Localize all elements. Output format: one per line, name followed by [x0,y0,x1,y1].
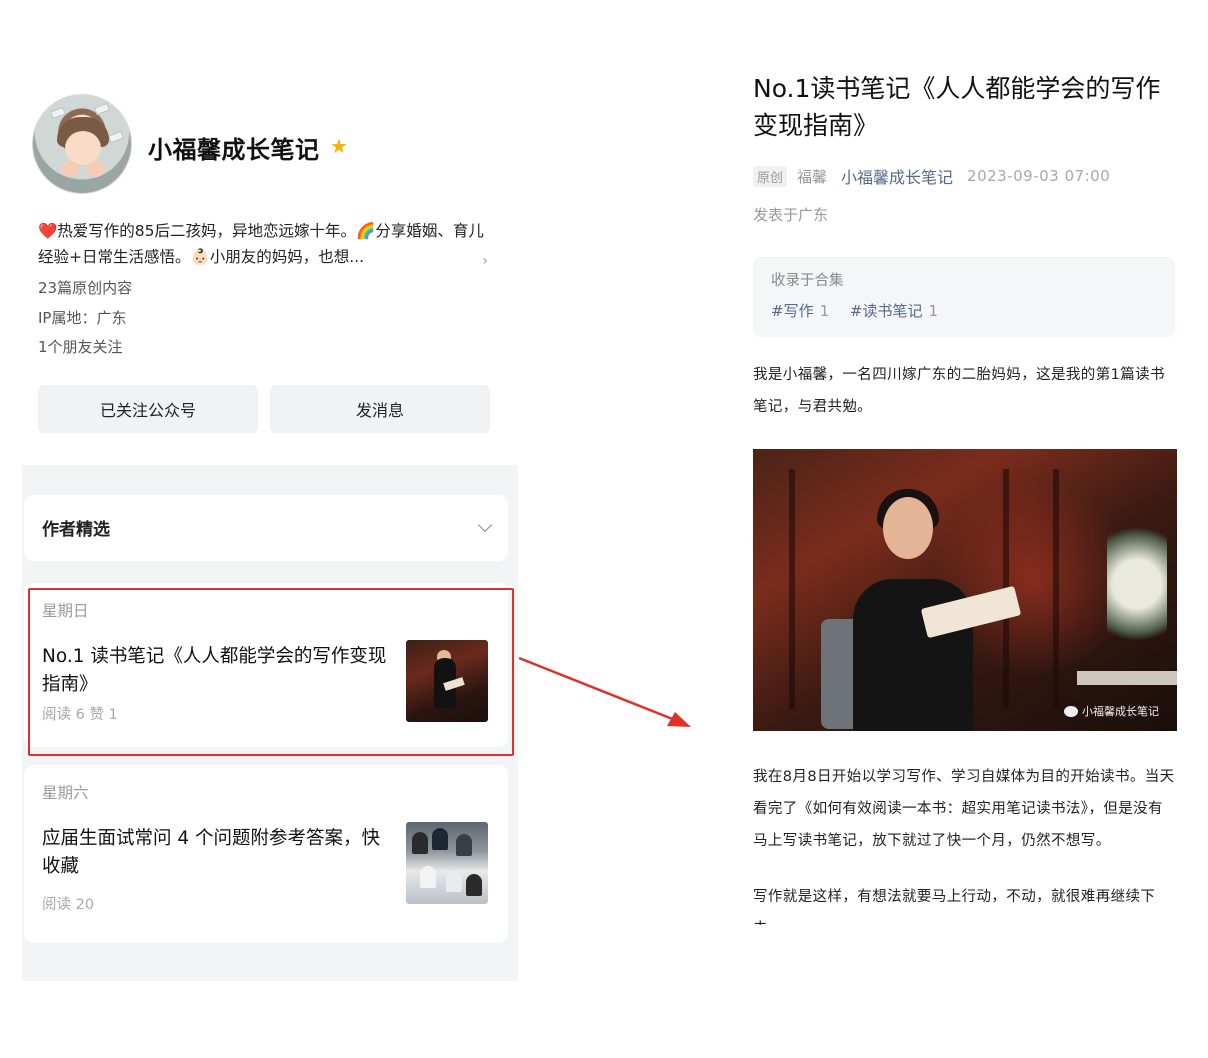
original-count[interactable]: 23篇原创内容 [22,274,518,304]
wechat-icon [1064,705,1078,717]
profile-name: 小福馨成长笔记 [148,136,320,164]
chevron-down-icon[interactable] [477,517,493,532]
post-day: 星期日 [42,601,89,620]
post-thumbnail[interactable] [406,639,488,722]
image-plant [1107,509,1167,659]
image-shelf [789,469,795,709]
avatar-decoration [94,102,110,116]
article-paragraph: 我是小福馨，一名四川嫁广东的二胎妈妈，这是我的第1篇读书笔记，与君共勉。 [753,367,1165,415]
collection-tag[interactable]: #写作 1 [771,302,829,320]
image-person-head [883,497,933,559]
avatar-decoration [108,130,124,144]
avatar-hand [61,161,79,177]
ip-location: IP属地：广东 [38,308,127,327]
article-feed: 作者精选 星期日 No.1 读书笔记《人人都能学会的写作变现指南》 阅读 6 赞… [22,464,518,981]
chevron-right-icon[interactable]: › [482,248,488,274]
thumbnail-person [412,831,428,854]
feed-post[interactable]: 星期日 No.1 读书笔记《人人都能学会的写作变现指南》 阅读 6 赞 1 [24,582,508,747]
image-watermark: 小福馨成长笔记 [1064,703,1159,719]
arrow-icon [518,656,691,727]
follow-button[interactable]: 已关注公众号 [38,384,258,433]
tag-name: #写作 [771,302,814,320]
article-panel: No.1读书笔记《人人都能学会的写作变现指南》 原创 福馨 小福馨成长笔记 20… [753,70,1183,925]
article-paragraph: 写作就是这样，有想法就要马上行动，不动，就很难再继续下去。 [753,889,1156,925]
thumbnail-person [420,865,436,888]
watermark-text: 小福馨成长笔记 [1082,705,1159,718]
article-byline: 原创 福馨 小福馨成长笔记 2023-09-03 07:00 [753,164,1183,188]
avatar-hand [87,161,105,177]
article-image[interactable]: 小福馨成长笔记 [753,449,1177,731]
publish-location: 发表于广东 [753,206,829,224]
feed-selector-label: 作者精选 [42,520,110,540]
tag-count: 1 [819,302,830,320]
tag-count: 1 [928,302,939,320]
thumbnail-person [446,869,462,892]
avatar-decoration [50,106,66,120]
profile-actions: 已关注公众号 发消息 [22,384,518,433]
feed-post[interactable]: 星期六 应届生面试常问 4 个问题附参考答案，快收藏 阅读 20 [24,764,508,943]
article-editor: 福馨 [797,167,828,186]
publish-time: 2023-09-03 07:00 [967,167,1111,185]
profile-bio[interactable]: ❤️热爱写作的85后二孩妈，异地恋远嫁十年。🌈分享婚姻、育儿经验+日常生活感悟。… [22,218,492,270]
post-day: 星期六 [42,783,89,802]
tag-name: #读书笔记 [849,302,923,320]
profile-meta: 23篇原创内容 IP属地：广东 1个朋友关注 [22,274,518,363]
post-title[interactable]: 应届生面试常问 4 个问题附参考答案，快收藏 [42,825,390,881]
avatar-face [65,131,101,165]
account-link[interactable]: 小福馨成长笔记 [841,164,953,188]
thumbnail-person [456,833,472,856]
collection-box: 收录于合集 #写作 1 #读书笔记 1 [753,257,1175,337]
image-table [1077,671,1177,685]
post-stats: 阅读 20 [42,896,95,913]
article-paragraph: 我在8月8日开始以学习写作、学习自媒体为目的开始读书。当天看完了《如何有效阅读一… [753,769,1175,849]
collection-label: 收录于合集 [771,273,844,289]
post-title[interactable]: No.1 读书笔记《人人都能学会的写作变现指南》 [42,643,390,699]
original-tag: 原创 [753,165,788,187]
article-title: No.1读书笔记《人人都能学会的写作变现指南》 [753,74,1161,140]
collection-tag[interactable]: #读书笔记 1 [850,302,938,320]
thumbnail-person [466,873,482,896]
avatar[interactable] [32,94,132,194]
profile-panel: 小福馨成长笔记 ★ ❤️热爱写作的85后二孩妈，异地恋远嫁十年。🌈分享婚姻、育儿… [22,60,518,981]
image-shelf [1053,469,1059,709]
collection-tags: #写作 1 #读书笔记 1 [771,300,1157,321]
star-icon: ★ [330,134,348,158]
thumbnail-person [432,827,448,850]
profile-header: 小福馨成长笔记 ★ [22,60,518,200]
post-stats: 阅读 6 赞 1 [42,706,118,723]
feed-selector[interactable]: 作者精选 [24,494,508,561]
friends-following[interactable]: 1个朋友关注 [22,333,518,363]
post-thumbnail[interactable] [406,821,488,904]
bio-text: ❤️热爱写作的85后二孩妈，异地恋远嫁十年。🌈分享婚姻、育儿经验+日常生活感悟。… [38,222,484,266]
message-button[interactable]: 发消息 [270,384,490,433]
